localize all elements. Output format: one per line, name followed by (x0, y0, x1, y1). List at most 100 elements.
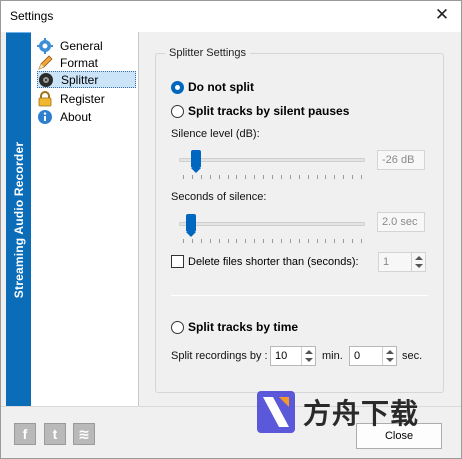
close-window-icon[interactable]: ✕ (433, 6, 451, 24)
slider-tick (317, 175, 318, 179)
spin-up-icon (415, 256, 423, 260)
delete-shorter-checkbox[interactable]: Delete files shorter than (seconds): (171, 255, 359, 268)
slider-tick (254, 175, 255, 179)
silence-level-readout: -26 dB (377, 150, 425, 170)
slider-tick (254, 239, 255, 243)
slider-tick (272, 175, 273, 179)
silence-level-thumb[interactable] (191, 150, 201, 173)
nav-label-register: Register (60, 91, 105, 106)
radio-indicator-split-silent (171, 104, 184, 118)
brand-sidebar: Streaming Audio Recorder (6, 32, 31, 406)
seconds-silence-track (179, 222, 365, 226)
slider-tick (281, 239, 282, 243)
delete-shorter-arrows[interactable] (411, 253, 425, 271)
silence-level-slider[interactable] (179, 149, 365, 179)
silence-level-track (179, 158, 365, 162)
watermark-text: 方舟下载 (303, 398, 420, 429)
slider-tick (210, 239, 211, 243)
lock-icon (37, 90, 53, 107)
facebook-icon[interactable]: f (14, 423, 36, 445)
nav-item-format[interactable]: Format (37, 54, 136, 71)
radio-do-not-split[interactable]: Do not split (171, 80, 254, 94)
spin-down-icon (415, 264, 423, 268)
group-title: Splitter Settings (165, 47, 251, 59)
slider-tick (183, 239, 184, 243)
min-label: min. (322, 350, 343, 362)
seconds-silence-label: Seconds of silence: (171, 191, 267, 203)
nav-item-general[interactable]: General (37, 37, 136, 54)
split-seconds-arrows[interactable] (382, 347, 396, 365)
slider-tick (325, 239, 326, 243)
slider-tick (334, 175, 335, 179)
slider-tick (183, 175, 184, 179)
slider-tick (361, 239, 362, 243)
radio-indicator-do-not-split (171, 80, 184, 94)
split-minutes-value: 10 (275, 350, 288, 362)
spin-down-icon (305, 358, 313, 362)
split-minutes-arrows[interactable] (301, 347, 315, 365)
delete-shorter-spinner[interactable]: 1 (378, 252, 426, 272)
slider-tick (201, 175, 202, 179)
slider-tick (290, 239, 291, 243)
spin-up-icon (386, 350, 394, 354)
slider-tick (236, 239, 237, 243)
slider-tick (299, 239, 300, 243)
nav-item-splitter[interactable]: Splitter (37, 71, 136, 88)
slider-tick (192, 239, 193, 243)
slider-tick (201, 239, 202, 243)
splitter-panel: Splitter Settings Do not split Split tra… (140, 32, 460, 406)
watermark-logo-icon (255, 389, 297, 435)
settings-nav: General Format Splitter Register About (31, 32, 139, 406)
slider-tick (272, 239, 273, 243)
nav-item-about[interactable]: About (37, 108, 136, 125)
slider-tick (228, 175, 229, 179)
slider-tick (263, 175, 264, 179)
delete-shorter-label: Delete files shorter than (seconds): (188, 255, 359, 268)
slider-tick (245, 175, 246, 179)
slider-tick (334, 239, 335, 243)
slider-tick (308, 239, 309, 243)
window-title: Settings (10, 9, 54, 23)
seconds-silence-slider[interactable] (179, 213, 365, 243)
split-seconds-value: 0 (354, 350, 361, 362)
split-seconds-spinner[interactable]: 0 (349, 346, 397, 366)
radio-split-silent[interactable]: Split tracks by silent pauses (171, 104, 349, 118)
slider-tick (299, 175, 300, 179)
watermark: 方舟下载 (255, 386, 440, 438)
radio-split-time[interactable]: Split tracks by time (171, 320, 298, 334)
radio-label-split-time: Split tracks by time (188, 320, 299, 334)
slider-tick (245, 239, 246, 243)
brand-text: Streaming Audio Recorder (11, 141, 26, 298)
slider-tick (192, 175, 193, 179)
settings-window: Settings ✕ Streaming Audio Recorder Gene… (0, 0, 462, 459)
sec-label: sec. (402, 350, 423, 362)
seconds-silence-thumb[interactable] (186, 214, 196, 237)
slider-tick (325, 175, 326, 179)
slider-tick (343, 239, 344, 243)
divider (171, 295, 428, 296)
radio-label-do-not-split: Do not split (188, 80, 254, 94)
delete-shorter-box (171, 255, 184, 268)
slider-tick (219, 239, 220, 243)
gear-icon (37, 37, 53, 54)
split-minutes-spinner[interactable]: 10 (270, 346, 316, 366)
radio-label-split-silent: Split tracks by silent pauses (188, 104, 350, 118)
pencil-icon (37, 54, 53, 71)
title-bar: Settings ✕ (1, 1, 461, 32)
rss-icon[interactable]: ≋ (73, 423, 95, 445)
nav-label-splitter: Splitter (61, 72, 99, 87)
slider-tick (308, 175, 309, 179)
slider-tick (281, 175, 282, 179)
slider-tick (352, 239, 353, 243)
spin-up-icon (305, 350, 313, 354)
nav-item-register[interactable]: Register (37, 90, 136, 107)
slider-tick (219, 175, 220, 179)
silence-level-label: Silence level (dB): (171, 128, 260, 140)
splitter-disc-icon (38, 72, 54, 88)
nav-label-general: General (60, 38, 103, 53)
radio-indicator-split-time (171, 320, 184, 334)
slider-tick (361, 175, 362, 179)
seconds-silence-readout: 2.0 sec (377, 212, 425, 232)
twitter-icon[interactable]: t (44, 423, 66, 445)
delete-shorter-value: 1 (383, 256, 390, 268)
